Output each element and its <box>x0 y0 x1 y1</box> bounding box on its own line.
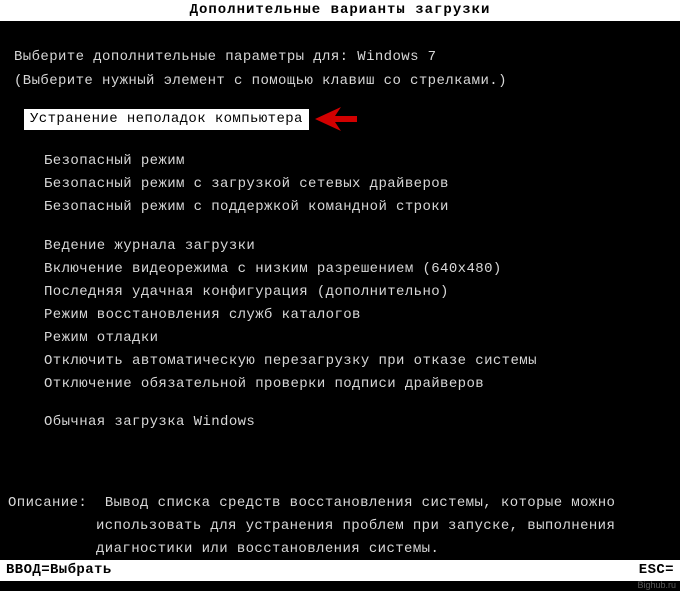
menu-item-last-known-good[interactable]: Последняя удачная конфигурация (дополнит… <box>14 284 666 300</box>
description-label: Описание: <box>8 495 87 511</box>
screen-title: Дополнительные варианты загрузки <box>0 0 680 21</box>
menu-item-selected-label: Устранение неполадок компьютера <box>24 109 309 130</box>
menu-item-safe-mode-command[interactable]: Безопасный режим с поддержкой командной … <box>14 199 666 215</box>
os-name: Windows 7 <box>357 49 436 65</box>
menu-item-safe-mode-networking[interactable]: Безопасный режим с загрузкой сетевых дра… <box>14 176 666 192</box>
description-line-2: использовать для устранения проблем при … <box>8 518 672 534</box>
menu-item-start-normally[interactable]: Обычная загрузка Windows <box>14 414 666 430</box>
menu-item-ds-restore[interactable]: Режим восстановления служб каталогов <box>14 307 666 323</box>
menu-item-disable-auto-restart[interactable]: Отключить автоматическую перезагрузку пр… <box>14 353 666 369</box>
description-block: Описание: Вывод списка средств восстанов… <box>0 495 680 557</box>
prompt-line-2: (Выберите нужный элемент с помощью клави… <box>14 73 666 89</box>
description-line-1: Вывод списка средств восстановления сист… <box>105 495 615 511</box>
menu-item-repair-computer[interactable]: Устранение неполадок компьютера <box>24 107 666 131</box>
description-line-3: диагностики или восстановления системы. <box>8 541 672 557</box>
menu-item-debug-mode[interactable]: Режим отладки <box>14 330 666 346</box>
menu-item-low-res-video[interactable]: Включение видеорежима с низким разрешени… <box>14 261 666 277</box>
menu-item-disable-driver-sig[interactable]: Отключение обязательной проверки подписи… <box>14 376 666 392</box>
prompt-prefix: Выберите дополнительные параметры для: <box>14 49 357 65</box>
pointer-arrow-icon <box>315 107 357 131</box>
prompt-line-1: Выберите дополнительные параметры для: W… <box>14 49 666 65</box>
footer-esc-hint: ESC= <box>639 562 674 578</box>
watermark: Bighub.ru <box>637 580 676 590</box>
footer-enter-hint: ВВОД=Выбрать <box>6 562 112 578</box>
menu-item-boot-logging[interactable]: Ведение журнала загрузки <box>14 238 666 254</box>
boot-menu: Устранение неполадок компьютера Безопасн… <box>14 107 666 430</box>
footer-bar: ВВОД=Выбрать ESC= <box>0 560 680 581</box>
menu-item-safe-mode[interactable]: Безопасный режим <box>14 153 666 169</box>
